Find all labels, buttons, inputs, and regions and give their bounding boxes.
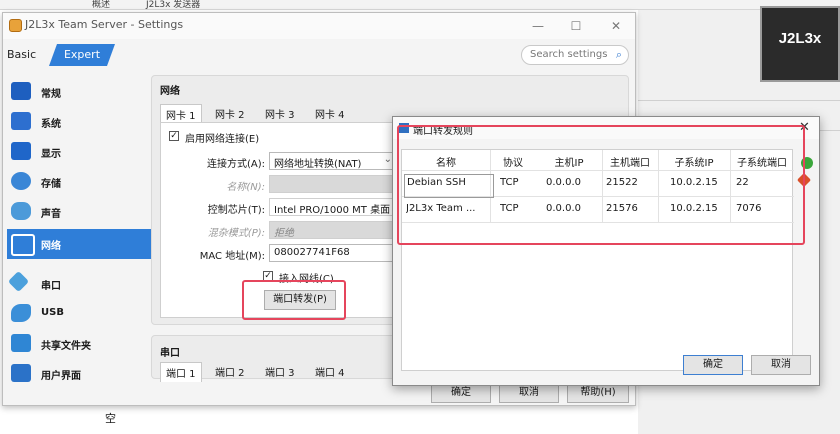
display-icon [11,142,31,160]
tab-port-4[interactable]: 端口 4 [310,362,350,381]
sidebar-item-user-interface[interactable]: 用户界面 [7,359,153,389]
vm-preview-tile[interactable]: J2L3x [760,6,840,82]
mac-field[interactable]: 080027741F68 [269,244,399,262]
close-button[interactable]: ✕ [601,16,631,36]
sidebar-item-general[interactable]: 常规 [7,77,153,107]
name-select[interactable] [269,175,399,193]
attach-label: 连接方式(A): [206,159,265,170]
enable-network-label: 启用网络连接(E) [185,134,260,145]
mac-label: MAC 地址(M): [199,251,265,262]
settings-titlebar[interactable]: J2L3x Team Server - Settings — ☐ ✕ [3,13,635,39]
search-placeholder: Search settings [530,49,608,60]
tab-adapter-1[interactable]: 网卡 1 [160,104,202,124]
mode-expert-label: Expert [63,48,101,61]
mode-basic-tab[interactable]: Basic [7,48,36,61]
search-icon: ⌕ [615,48,622,61]
mode-expert-tab[interactable]: Expert [48,44,116,66]
sidebar-item-label: 常规 [41,89,61,100]
usb-icon [11,304,31,322]
folder-icon [11,334,31,352]
sidebar-item-storage[interactable]: 存储 [7,167,153,197]
tab-port-1[interactable]: 端口 1 [160,362,202,382]
sidebar-item-label: 显示 [41,149,61,160]
promiscuous-select[interactable]: 拒绝 [269,221,399,239]
search-input[interactable]: Search settings ⌕ [521,45,629,65]
attach-select[interactable]: 网络地址转换(NAT) ⌄ [269,152,397,170]
sidebar-item-label: USB [41,307,64,318]
sidebar-item-label: 共享文件夹 [41,341,91,352]
background-tab[interactable]: J2L3x 发送器 [146,0,200,10]
sidebar-item-audio[interactable]: 声音 [7,197,153,227]
adapter-type-label: 控制芯片(T): [207,205,265,216]
vm-preview-label: J2L3x [778,30,822,47]
sidebar: 常规 系统 显示 存储 声音 网络 串口 USB 共享文件夹 用户界面 [7,77,167,397]
attach-value: 网络地址转换(NAT) [274,159,362,170]
sidebar-item-shared-folders[interactable]: 共享文件夹 [7,329,153,359]
background-status-text: 空 [105,412,116,425]
chevron-down-icon: ⌄ [383,154,392,165]
promiscuous-label: 混杂模式(P): [207,228,265,239]
serial-header: 串口 [160,348,180,359]
sidebar-item-label: 系统 [41,119,61,130]
port-forwarding-dialog: 端口转发规则 ✕ 名称 协议 主机IP 主机端口 子系统IP 子系统端口 Deb… [392,116,820,386]
dialog-cancel-button[interactable]: 取消 [751,355,811,375]
adapter-type-select[interactable]: Intel PRO/1000 MT 桌面 (8 [269,198,399,216]
sidebar-item-label: 存储 [41,179,61,190]
minimize-button[interactable]: — [523,16,553,36]
enable-network-checkbox[interactable]: ✓ [169,131,179,141]
maximize-button[interactable]: ☐ [561,16,591,36]
sidebar-item-network[interactable]: 网络 [7,229,167,259]
speaker-icon [11,202,31,220]
sidebar-item-serial[interactable]: 串口 [7,269,153,299]
sidebar-item-label: 串口 [41,281,61,292]
sidebar-item-usb[interactable]: USB [7,299,153,329]
tab-adapter-3[interactable]: 网卡 3 [260,104,300,123]
network-header: 网络 [160,86,180,97]
background-toolbar: 概述 J2L3x 发送器 [0,0,840,10]
cancel-button[interactable]: 取消 [499,383,559,403]
sidebar-item-label: 网络 [41,241,61,252]
app-icon [9,19,22,32]
ui-icon [11,364,31,382]
window-title: J2L3x Team Server - Settings [25,18,184,31]
rules-highlight [397,125,805,245]
port-forwarding-highlight [242,280,346,320]
tab-port-3[interactable]: 端口 3 [260,362,300,381]
sidebar-item-label: 声音 [41,209,61,220]
background-tab[interactable]: 概述 [92,0,110,10]
tab-adapter-4[interactable]: 网卡 4 [310,104,350,123]
sidebar-item-display[interactable]: 显示 [7,137,153,167]
monitor-icon [11,82,31,100]
ok-button[interactable]: 确定 [431,383,491,403]
sidebar-item-system[interactable]: 系统 [7,107,153,137]
network-icon [11,234,35,256]
dialog-ok-button[interactable]: 确定 [683,355,743,375]
name-label: 名称(N): [226,182,265,193]
tab-port-2[interactable]: 端口 2 [210,362,250,381]
tab-adapter-2[interactable]: 网卡 2 [210,104,250,123]
sidebar-item-label: 用户界面 [41,371,81,382]
storage-icon [11,172,31,190]
serial-port-icon [7,270,30,293]
chip-icon [11,112,31,130]
background-divider [638,100,840,101]
help-button[interactable]: 帮助(H) [567,383,629,403]
